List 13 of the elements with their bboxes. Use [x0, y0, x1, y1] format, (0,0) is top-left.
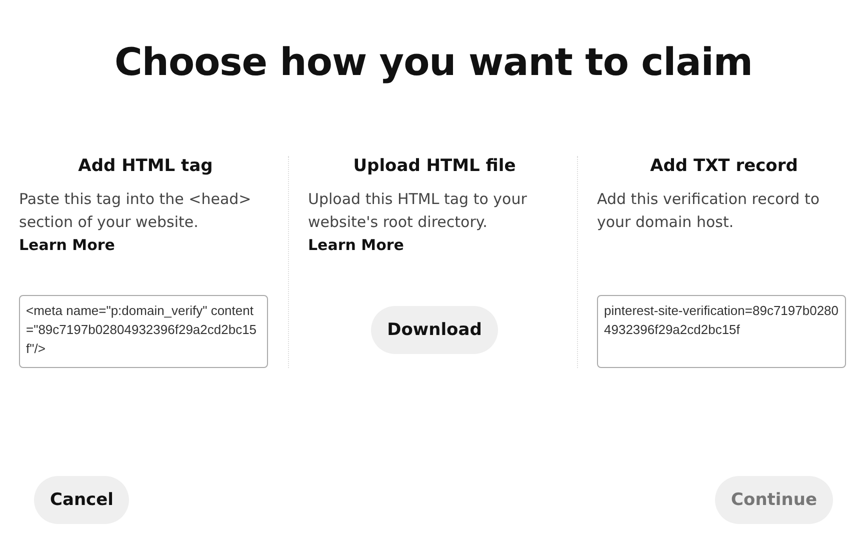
option-heading: Add HTML tag: [77, 156, 214, 176]
page-title: Choose how you want to claim: [114, 40, 754, 84]
learn-more-link[interactable]: Learn More: [308, 234, 404, 257]
option-description: Upload this HTML tag to your website's root directory.: [308, 189, 528, 233]
cancel-button[interactable]: Cancel: [34, 476, 130, 524]
option-description: Paste this tag into the <head> section of your website.: [19, 189, 252, 233]
code-field[interactable]: <meta name="p:domain_verify" content="89c7197b02804932396f29a2cd2bc15f"/>: [19, 295, 268, 368]
code-field[interactable]: pinterest-site-verification=89c7197b02804932396f29a2cd2bc15f: [597, 295, 846, 368]
learn-more-link[interactable]: Learn More: [19, 234, 115, 257]
option-heading: Add TXT record: [649, 156, 799, 176]
option-heading: Upload HTML file: [352, 156, 517, 176]
download-button[interactable]: Download: [371, 306, 498, 354]
option-description: Add this verification record to your domain host.: [597, 189, 821, 233]
